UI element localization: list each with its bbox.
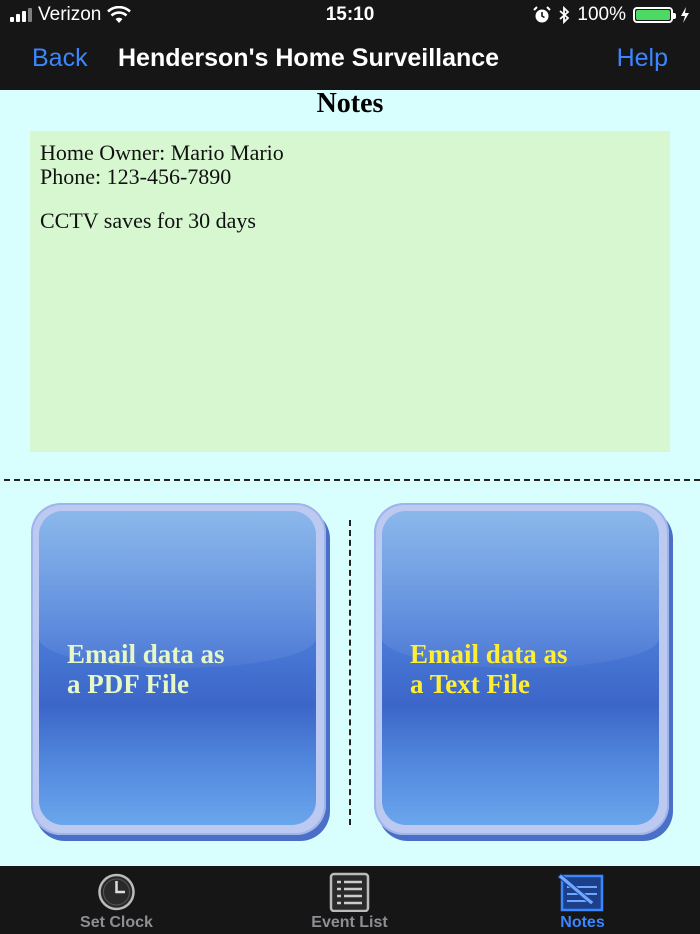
notes-heading: Notes	[316, 88, 384, 119]
email-text-button[interactable]: Email data as a Text File	[374, 503, 669, 835]
alarm-icon	[533, 6, 552, 23]
list-icon	[329, 872, 370, 912]
clock-icon	[98, 873, 135, 911]
notes-line-cctv: CCTV saves for 30 days	[40, 208, 256, 233]
notes-icon	[557, 873, 604, 912]
bluetooth-icon	[559, 6, 570, 24]
top-bar: Verizon 15:10 100% Back Henderson's Home…	[0, 0, 700, 90]
notes-line-owner: Home Owner: Mario Mario	[40, 140, 284, 165]
status-bar: Verizon 15:10 100%	[0, 0, 700, 30]
battery-nub	[673, 13, 676, 19]
back-button[interactable]: Back	[32, 44, 88, 73]
notes-line-phone: Phone: 123-456-7890	[40, 164, 232, 189]
tab-notes[interactable]: Notes	[466, 866, 699, 934]
notes-blank-line	[40, 189, 660, 209]
horizontal-divider	[4, 479, 700, 481]
email-pdf-label: Email data as a PDF File	[67, 639, 307, 699]
status-right: 100%	[533, 4, 690, 26]
tab-event-list[interactable]: Event List	[233, 866, 466, 934]
email-pdf-label-line1: Email data as	[67, 639, 225, 669]
battery-icon	[633, 7, 676, 23]
email-text-label-line1: Email data as	[410, 639, 568, 669]
battery-fill	[636, 10, 670, 20]
tab-bar: Set Clock Event List Notes	[0, 866, 700, 934]
notes-text-area[interactable]: Home Owner: Mario Mario Phone: 123-456-7…	[30, 131, 670, 452]
help-button[interactable]: Help	[617, 44, 668, 73]
email-text-label: Email data as a Text File	[410, 639, 650, 699]
nav-title: Henderson's Home Surveillance	[118, 44, 500, 72]
email-pdf-button[interactable]: Email data as a PDF File	[31, 503, 326, 835]
email-pdf-label-line2: a PDF File	[67, 669, 189, 699]
tab-event-list-label: Event List	[311, 914, 388, 931]
battery-percent: 100%	[577, 4, 626, 25]
tab-notes-label: Notes	[560, 914, 605, 931]
vertical-divider	[349, 520, 351, 825]
tab-set-clock[interactable]: Set Clock	[0, 866, 233, 934]
email-text-label-line2: a Text File	[410, 669, 530, 699]
tab-set-clock-label: Set Clock	[80, 914, 153, 931]
navigation-bar: Back Henderson's Home Surveillance Help	[0, 38, 700, 82]
charging-icon	[681, 7, 689, 23]
